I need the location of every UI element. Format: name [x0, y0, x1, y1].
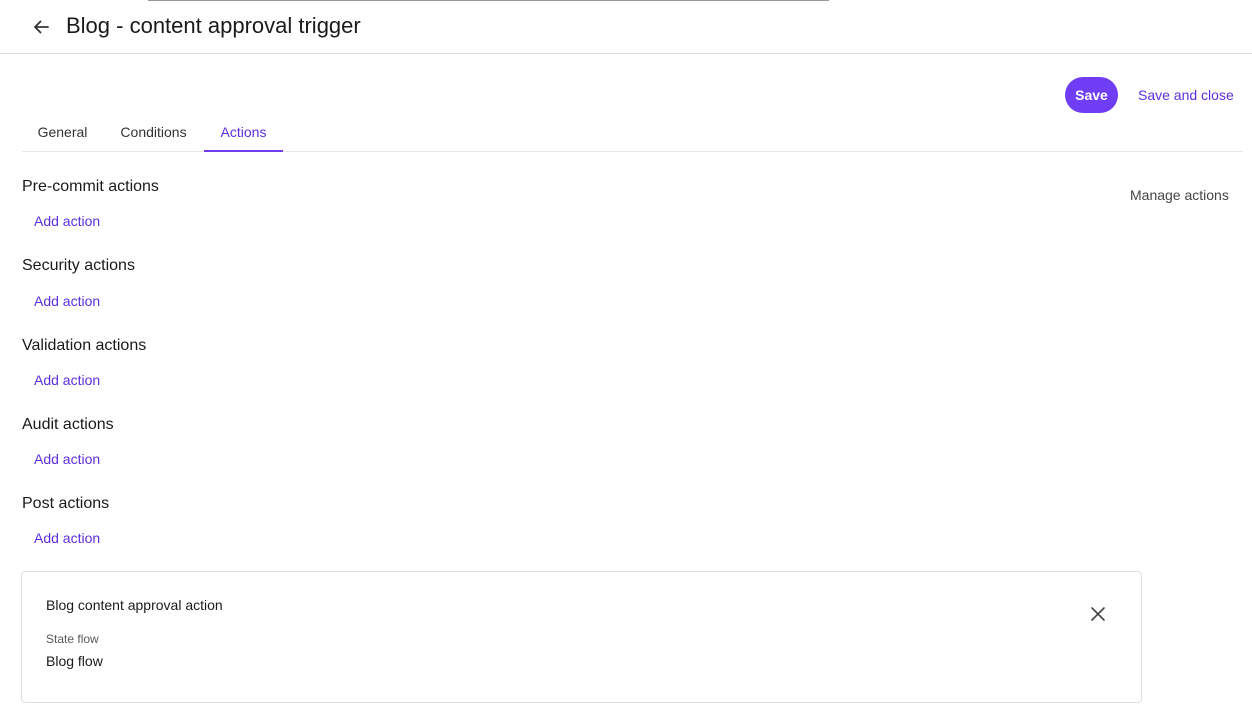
section-title-validation: Validation actions — [22, 337, 147, 354]
remove-action-button[interactable] — [1088, 604, 1108, 624]
section-title-security: Security actions — [22, 257, 135, 274]
add-action-audit[interactable]: Add action — [34, 450, 100, 468]
action-card: Blog content approval action State flow … — [21, 571, 1142, 703]
save-and-close-button[interactable]: Save and close — [1138, 86, 1234, 104]
add-action-post[interactable]: Add action — [34, 529, 100, 547]
state-flow-value: Blog flow — [46, 653, 103, 669]
add-action-security[interactable]: Add action — [34, 292, 100, 310]
state-flow-label: State flow — [46, 632, 99, 646]
back-button[interactable] — [28, 14, 54, 40]
manage-actions-button[interactable]: Manage actions — [1130, 186, 1229, 204]
tab-bar: General Conditions Actions — [22, 114, 1243, 152]
action-card-title: Blog content approval action — [46, 597, 223, 613]
add-action-pre-commit[interactable]: Add action — [34, 212, 100, 230]
save-button[interactable]: Save — [1065, 77, 1118, 113]
tab-general[interactable]: General — [22, 114, 103, 152]
arrow-left-icon — [34, 20, 49, 34]
section-title-audit: Audit actions — [22, 416, 114, 433]
add-action-validation[interactable]: Add action — [34, 371, 100, 389]
section-title-pre-commit: Pre-commit actions — [22, 178, 159, 195]
page-title: Blog - content approval trigger — [66, 13, 361, 38]
section-title-post: Post actions — [22, 495, 110, 512]
page-header: Blog - content approval trigger — [0, 0, 1252, 54]
tab-actions[interactable]: Actions — [204, 114, 283, 152]
tab-conditions[interactable]: Conditions — [104, 114, 203, 152]
close-icon — [1091, 607, 1105, 621]
